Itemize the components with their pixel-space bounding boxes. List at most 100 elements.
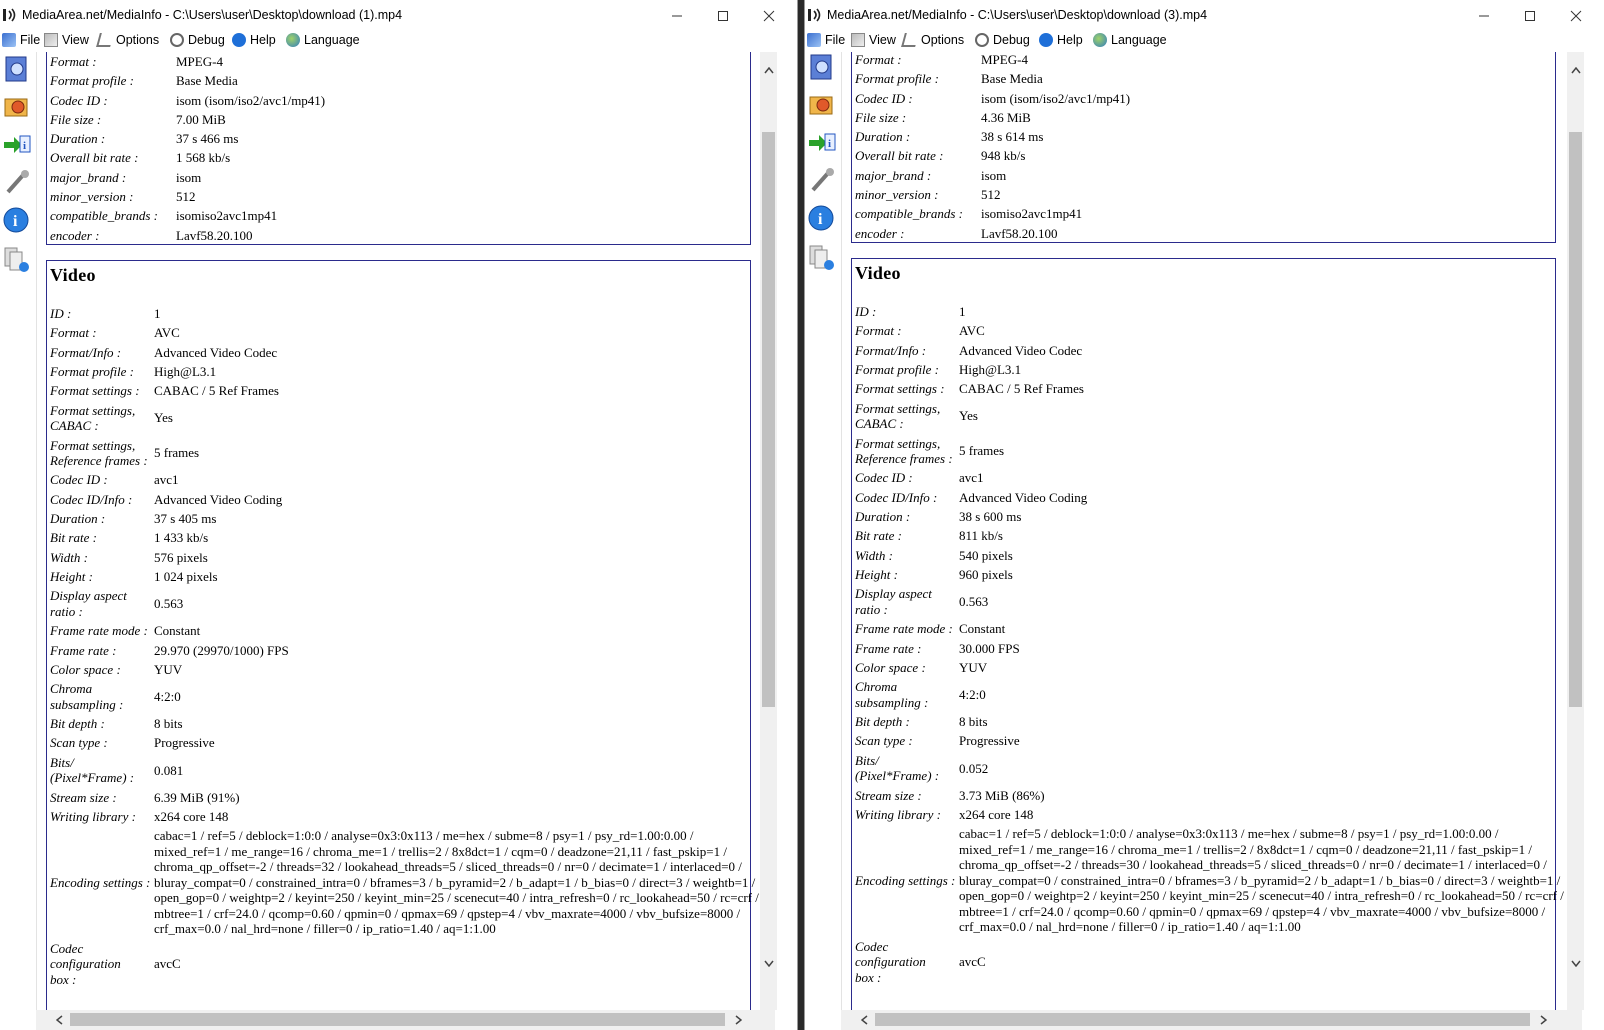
minimize-button[interactable] <box>1461 0 1507 31</box>
field-value: 960 pixels <box>959 566 1013 582</box>
menu-debug[interactable]: Debug <box>975 33 1030 47</box>
field-value: 4:2:0 <box>959 686 986 702</box>
minimize-button[interactable] <box>654 0 700 31</box>
scroll-up-arrow[interactable] <box>1567 62 1584 79</box>
field-label: Scan type : <box>855 733 913 749</box>
field-label: Format settings, Reference frames : <box>855 435 953 467</box>
export-button[interactable]: i <box>2 128 32 160</box>
field-label: Overall bit rate : <box>50 150 139 166</box>
field-label: Format/Info : <box>855 342 927 358</box>
field-label: ID : <box>50 305 72 321</box>
field-value: 37 s 405 ms <box>154 511 217 526</box>
menu-options[interactable]: Options <box>96 33 159 47</box>
field-value: Progressive <box>959 733 1020 749</box>
field-value: MPEG-4 <box>176 53 223 69</box>
svg-text:i: i <box>13 213 18 230</box>
open-folder-button[interactable] <box>807 88 837 120</box>
field-value: 5 frames <box>959 443 1005 459</box>
horizontal-scroll-thumb[interactable] <box>875 1013 1530 1026</box>
field-label: major_brand : <box>50 169 127 185</box>
knowledge-button[interactable] <box>2 242 32 274</box>
title-bar[interactable]: MediaArea.net/MediaInfo - C:\Users\user\… <box>805 0 1604 31</box>
open-folder-button[interactable] <box>2 90 32 122</box>
field-value: 7.00 MiB <box>176 111 226 127</box>
field-value: 0.563 <box>154 596 184 612</box>
open-folder-icon <box>809 96 833 115</box>
menu-language[interactable]: Language <box>1093 33 1167 47</box>
about-button[interactable]: i <box>807 202 837 234</box>
field-value: 4.36 MiB <box>981 109 1031 125</box>
field-label: Frame rate mode : <box>50 623 148 639</box>
field-value: avc1 <box>959 470 984 486</box>
menu-help[interactable]: Help <box>1039 33 1083 47</box>
field-label: Frame rate : <box>50 642 117 658</box>
menu-debug[interactable]: Debug <box>170 33 225 47</box>
open-file-icon <box>5 56 27 82</box>
field-label: encoder : <box>50 227 100 243</box>
field-value: 0.052 <box>959 760 989 776</box>
scroll-left-arrow[interactable] <box>855 1011 873 1029</box>
horizontal-scrollbar[interactable] <box>36 1010 775 1030</box>
toolbar: i i <box>805 52 842 1030</box>
close-button[interactable] <box>746 0 792 31</box>
field-label: Format profile : <box>855 361 940 377</box>
menu-view[interactable]: View <box>851 33 896 47</box>
menu-file[interactable]: File <box>2 33 40 47</box>
vertical-scrollbar[interactable] <box>760 52 777 1010</box>
field-label: Codec configuration box : <box>50 940 121 987</box>
scroll-down-arrow[interactable] <box>760 955 777 972</box>
close-button[interactable] <box>1553 0 1599 31</box>
menu-file[interactable]: File <box>807 33 845 47</box>
field-label: Format settings, CABAC : <box>50 402 136 434</box>
svg-text:i: i <box>828 138 831 150</box>
field-value: YUV <box>154 661 183 677</box>
help-icon <box>1039 33 1053 47</box>
horizontal-scroll-thumb[interactable] <box>70 1013 725 1026</box>
field-value: 0.563 <box>959 594 989 610</box>
field-label: Overall bit rate : <box>855 148 944 164</box>
about-button[interactable]: i <box>2 204 32 236</box>
field-label: Format : <box>855 52 902 67</box>
field-value: 512 <box>981 187 1001 202</box>
field-value: isomiso2avc1mp41 <box>981 206 1083 222</box>
horizontal-scrollbar[interactable] <box>841 1010 1582 1030</box>
knowledge-button[interactable] <box>807 240 837 272</box>
settings-button[interactable] <box>807 164 837 196</box>
open-file-button[interactable] <box>2 54 32 86</box>
menu-options[interactable]: Options <box>901 33 964 47</box>
field-label: Codec ID : <box>50 92 108 108</box>
field-value: avcC <box>959 954 986 970</box>
open-file-button[interactable] <box>807 52 837 84</box>
scroll-left-arrow[interactable] <box>50 1011 68 1029</box>
field-value: High@L3.1 <box>154 363 217 379</box>
field-value: AVC <box>959 323 985 339</box>
field-label: Format : <box>855 323 902 339</box>
export-button[interactable]: i <box>807 126 837 158</box>
field-label: Encoding settings : <box>50 874 151 890</box>
vertical-scroll-thumb[interactable] <box>1569 132 1582 707</box>
title-bar[interactable]: MediaArea.net/MediaInfo - C:\Users\user\… <box>0 0 797 31</box>
export-icon: i <box>809 133 836 151</box>
menu-language[interactable]: Language <box>286 33 360 47</box>
video-section: Video ID : 1 Format : AVC Format/Info : Advan… <box>46 260 759 1010</box>
menu-view[interactable]: View <box>44 33 89 47</box>
scroll-right-arrow[interactable] <box>729 1011 747 1029</box>
scroll-right-arrow[interactable] <box>1534 1011 1552 1029</box>
scroll-up-arrow[interactable] <box>760 62 777 79</box>
vertical-scroll-thumb[interactable] <box>762 132 775 707</box>
field-label: Codec configuration box : <box>855 938 926 985</box>
settings-button[interactable] <box>2 166 32 198</box>
mediainfo-app-icon <box>3 8 16 22</box>
field-value: CABAC / 5 Ref Frames <box>154 383 279 399</box>
maximize-button[interactable] <box>1507 0 1553 31</box>
field-label: Scan type : <box>50 735 108 751</box>
field-label: Duration : <box>50 131 106 147</box>
field-label: Width : <box>50 549 88 565</box>
menu-help[interactable]: Help <box>232 33 276 47</box>
open-folder-icon <box>4 98 28 117</box>
mediainfo-window-right: MediaArea.net/MediaInfo - C:\Users\user\… <box>804 0 1604 1030</box>
maximize-button[interactable] <box>700 0 746 31</box>
scroll-down-arrow[interactable] <box>1567 955 1584 972</box>
vertical-scrollbar[interactable] <box>1567 52 1584 1010</box>
field-value: Lavf58.20.100 <box>981 225 1058 241</box>
